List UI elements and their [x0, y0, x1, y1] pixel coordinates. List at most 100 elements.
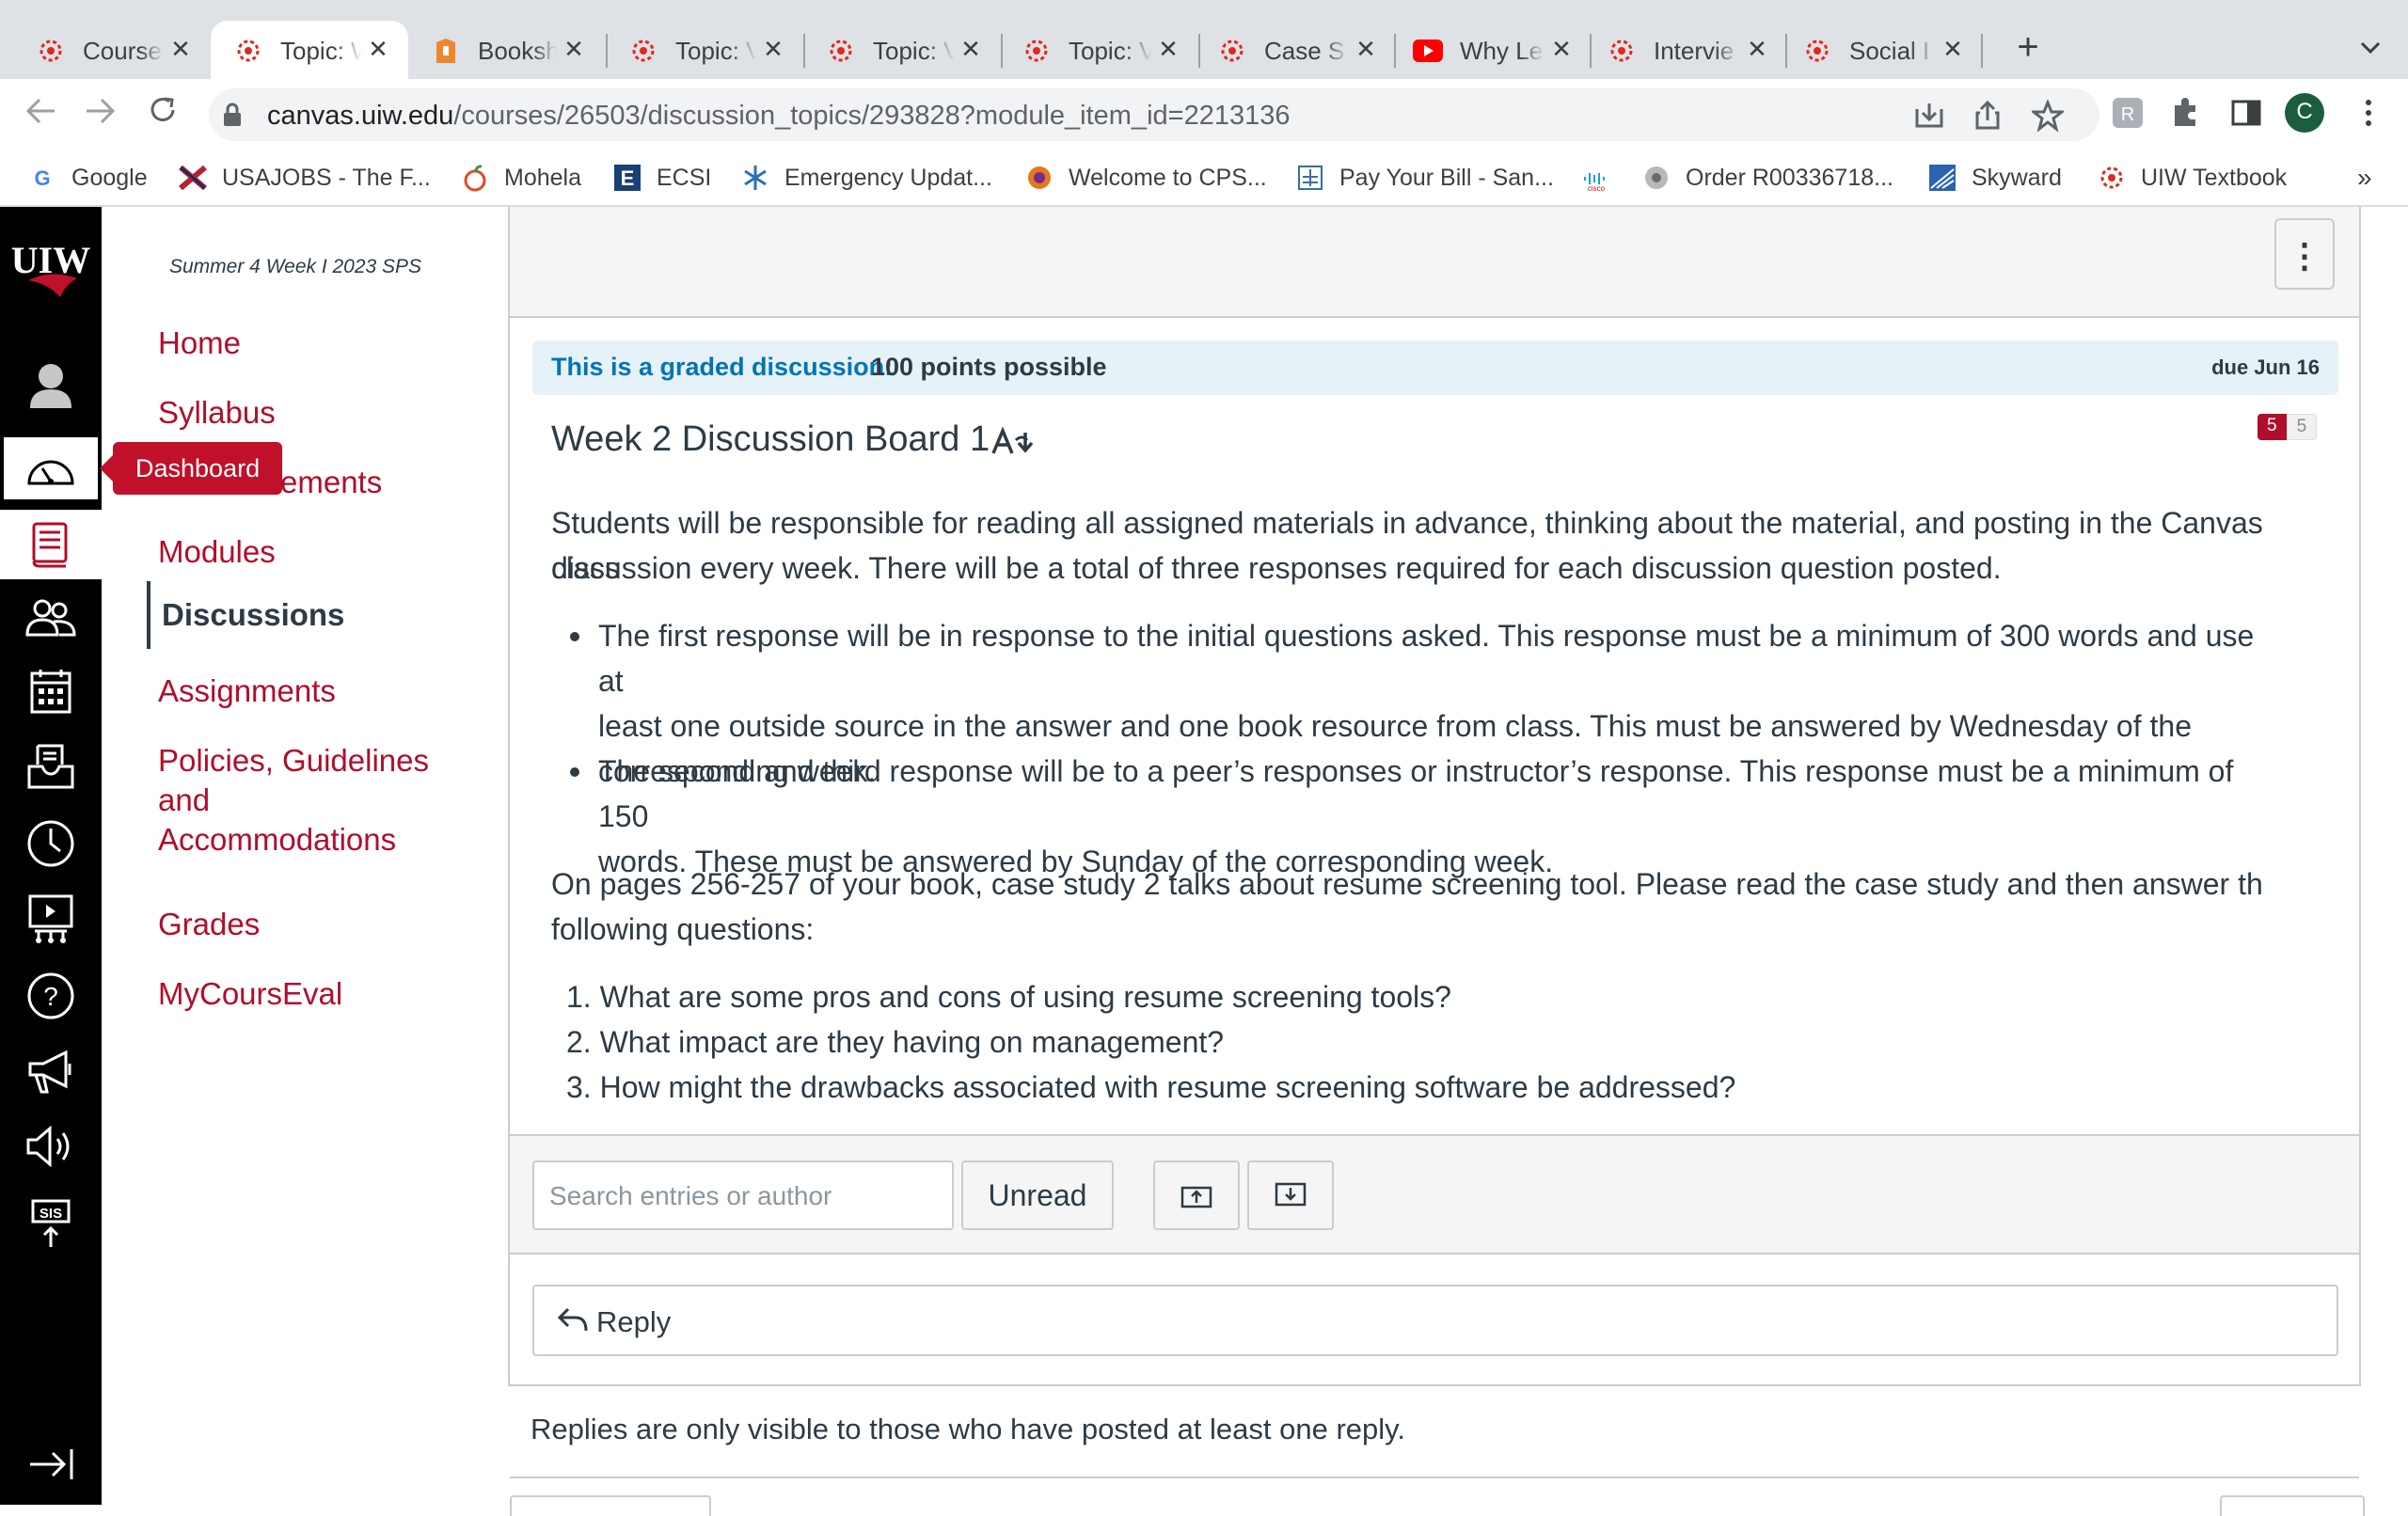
address-bar[interactable]: canvas.uiw.edu/courses/26503/discussion_…	[209, 88, 2099, 141]
nav-inbox[interactable]	[0, 732, 102, 801]
collapse-arrow-icon	[30, 1449, 73, 1479]
tab-search-chevron-icon[interactable]	[2352, 28, 2389, 66]
course-nav-syllabus[interactable]: Syllabus	[158, 393, 276, 433]
nav-account[interactable]	[0, 350, 102, 419]
bookmark-usajobs[interactable]: USAJOBS - The F...	[179, 162, 431, 194]
browser-tab[interactable]: Intervie ✕	[1592, 21, 1787, 79]
course-nav-home[interactable]: Home	[158, 324, 241, 363]
nav-media[interactable]	[0, 1112, 102, 1181]
bookmark-skyward[interactable]: Skyward	[1928, 162, 2062, 194]
bookmark-emergency[interactable]: Emergency Updat...	[741, 162, 992, 194]
tab-title: Topic: V	[1069, 37, 1151, 65]
back-arrow-icon[interactable]	[19, 92, 62, 135]
question-item: 3. How might the drawbacks associated wi…	[566, 1070, 1736, 1104]
uiw-logo[interactable]: UIW	[0, 235, 102, 310]
course-nav-mycourseval[interactable]: MyCoursEval	[158, 974, 342, 1014]
nav-studio[interactable]	[0, 884, 102, 954]
bookmarks-overflow[interactable]: »	[2357, 162, 2372, 194]
course-nav-discussions[interactable]: Discussions	[147, 581, 344, 649]
search-entries-input[interactable]: Search entries or author	[532, 1161, 954, 1230]
course-nav-policies[interactable]: Policies, Guidelines and Accommodations	[158, 741, 429, 860]
course-nav-modules[interactable]: Modules	[158, 532, 276, 572]
course-nav-grades[interactable]: Grades	[158, 905, 260, 944]
nav-announcements[interactable]	[0, 1036, 102, 1106]
close-icon[interactable]: ✕	[363, 34, 393, 64]
sort-ascending-button[interactable]	[1153, 1161, 1240, 1230]
browser-tab[interactable]: Case S ✕	[1200, 21, 1396, 79]
clock-icon	[27, 820, 74, 867]
nav-help[interactable]: ?	[0, 961, 102, 1031]
course-nav-assignments[interactable]: Assignments	[158, 671, 336, 711]
nav-courses[interactable]	[0, 510, 102, 579]
forward-arrow-icon[interactable]	[79, 92, 122, 135]
bookmark-uiw-textbook[interactable]: UIW Textbook	[2098, 162, 2287, 194]
nav-calendar[interactable]	[0, 656, 102, 726]
bookmark-ecsi[interactable]: E ECSI	[613, 162, 711, 194]
user-avatar-icon	[30, 364, 71, 408]
star-icon[interactable]	[2029, 98, 2067, 133]
cisco-icon: cisco	[1582, 164, 1610, 192]
canvas-icon	[1217, 36, 1247, 66]
extension-r-icon[interactable]: R	[2111, 96, 2145, 130]
translate-icon[interactable]	[991, 426, 1035, 460]
close-icon[interactable]: ✕	[1742, 34, 1772, 64]
reload-icon[interactable]	[141, 92, 184, 135]
reply-button[interactable]: Reply	[532, 1285, 2338, 1356]
browser-tab[interactable]: Course ✕	[0, 21, 211, 79]
nav-collapse[interactable]	[0, 1429, 102, 1499]
youtube-icon	[1413, 36, 1443, 66]
partial-button[interactable]	[2220, 1495, 2365, 1516]
bullet	[570, 767, 579, 777]
close-icon[interactable]: ✕	[956, 34, 986, 64]
side-panel-icon[interactable]	[2229, 96, 2263, 130]
nav-dashboard[interactable]	[2, 435, 100, 501]
browser-tab[interactable]: Booksh ✕	[408, 21, 604, 79]
search-placeholder: Search entries or author	[549, 1181, 832, 1210]
bookmark-order[interactable]: Order R00336718...	[1642, 162, 1893, 194]
browser-tab[interactable]: Topic: V ✕	[1003, 21, 1198, 79]
bookmark-cps[interactable]: Welcome to CPS...	[1025, 162, 1267, 194]
case-study-line: following questions:	[551, 912, 815, 946]
bookmark-google[interactable]: G Google	[28, 162, 148, 194]
canvas-icon	[1607, 36, 1637, 66]
canvas-icon	[628, 36, 658, 66]
more-vert-icon[interactable]	[2352, 96, 2385, 130]
nav-history[interactable]	[0, 809, 102, 878]
browser-tab[interactable]: Social I ✕	[1787, 21, 1983, 79]
tab-title: Booksh	[478, 37, 557, 65]
profile-avatar[interactable]: C	[2284, 92, 2325, 134]
bookmark-label: USAJOBS - The F...	[222, 164, 431, 191]
browser-tab-active[interactable]: Topic: W ✕	[211, 21, 408, 79]
tab-title: Case S	[1264, 37, 1345, 65]
close-icon[interactable]: ✕	[758, 34, 788, 64]
puzzle-icon[interactable]	[2169, 96, 2203, 130]
reply-arrow-icon	[557, 1305, 589, 1338]
close-icon[interactable]: ✕	[559, 34, 589, 64]
nav-sis[interactable]: SIS	[0, 1189, 102, 1258]
unread-filter-button[interactable]: Unread	[961, 1161, 1114, 1230]
sort-descending-button[interactable]	[1247, 1161, 1334, 1230]
close-icon[interactable]: ✕	[166, 34, 196, 64]
nav-groups[interactable]	[0, 583, 102, 653]
browser-tab[interactable]: Topic: V ✕	[608, 21, 803, 79]
svg-text:G: G	[34, 166, 50, 190]
bookmark-mohela[interactable]: Mohela	[461, 162, 581, 194]
canvas-icon	[36, 36, 66, 66]
browser-tab[interactable]: Topic: V ✕	[805, 21, 1001, 79]
close-icon[interactable]: ✕	[1938, 34, 1968, 64]
close-icon[interactable]: ✕	[1153, 34, 1183, 64]
bookmark-cisco[interactable]: cisco	[1582, 162, 1625, 194]
close-icon[interactable]: ✕	[1351, 34, 1381, 64]
bookmark-label: Google	[71, 164, 148, 191]
browser-tab[interactable]: Why Le ✕	[1396, 21, 1592, 79]
more-options-kebab-icon[interactable]: ⋮	[2274, 218, 2335, 290]
share-icon[interactable]	[1972, 100, 2004, 132]
new-tab-button[interactable]: +	[2005, 26, 2051, 71]
course-nav-announcements[interactable]: ements	[280, 463, 382, 502]
partial-button[interactable]	[510, 1495, 711, 1516]
install-icon[interactable]	[1913, 100, 1945, 132]
bookmark-pay-bill[interactable]: Pay Your Bill - San...	[1296, 162, 1554, 194]
close-icon[interactable]: ✕	[1546, 34, 1576, 64]
courses-book-icon	[32, 522, 68, 568]
unread-count-badge: 5 5	[2258, 414, 2318, 440]
